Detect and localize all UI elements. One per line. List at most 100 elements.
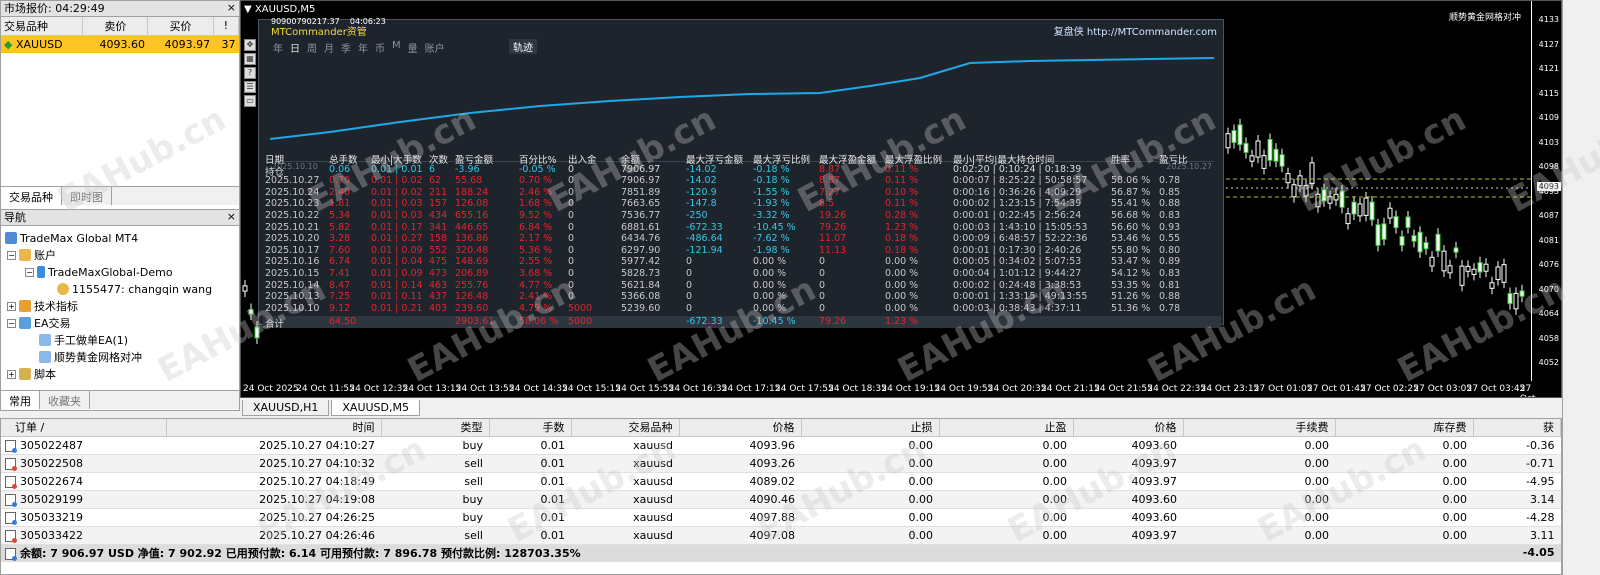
orders-column-header[interactable]: 手数 [489, 419, 572, 437]
stats-cell: 55.41 % [1111, 198, 1151, 210]
orders-column-header[interactable]: 交易品种 [571, 419, 680, 437]
help-icon[interactable]: ? [244, 67, 256, 79]
stats-cell: 53.35 % [1111, 279, 1151, 291]
tab-favorites[interactable]: 收藏夹 [40, 391, 90, 409]
orders-column-header[interactable]: 手续费 [1183, 419, 1336, 437]
order-row[interactable]: 305022487 2025.10.27 04:10:27 buy 0.01 xauus… [1, 436, 1561, 455]
stats-cell: 2025.10.13 [265, 291, 320, 303]
order-icon [5, 493, 17, 507]
equity-curve-line [269, 57, 1215, 140]
tree-ea-item-2[interactable]: 顺势黄金网格对冲 [39, 349, 142, 365]
market-watch-tabs: 交易品种 即时图 [1, 186, 239, 205]
order-cell: 2025.10.27 04:26:25 [166, 508, 381, 527]
tree-server[interactable]: − TradeMaxGlobal-Demo [25, 264, 173, 280]
move-icon[interactable]: ✥ [244, 39, 256, 51]
candle-body [1375, 224, 1381, 246]
col-bid[interactable]: 卖价 [82, 17, 149, 36]
candle-body [1423, 242, 1429, 250]
mtcommander-panel[interactable]: ✥ ▦ ? ☰ ▭ 90900790217.37 04:06:23 MTComm… [244, 17, 1224, 330]
collapse-icon[interactable]: − [7, 318, 16, 328]
tree-indicators[interactable]: + 技术指标 [7, 298, 78, 314]
stats-cell: 211 [429, 186, 448, 198]
orders-column-header[interactable]: 库存费 [1335, 419, 1474, 437]
order-row[interactable]: 305022508 2025.10.27 04:10:32 sell 0.01 xauu… [1, 454, 1561, 473]
close-icon[interactable]: × [227, 1, 236, 14]
orders-column-header[interactable]: 价格 [679, 419, 802, 437]
order-cell: 0.00 [1335, 436, 1473, 455]
collapse-icon[interactable]: − [7, 250, 16, 260]
stats-day-row: 2025.10.14 8.47 0.01 | 0.14 463 255.76 4.77 %… [263, 280, 1221, 292]
right-scroll-strip [1562, 0, 1600, 575]
time-tick: 27 Oct 01:05 [1253, 384, 1313, 394]
order-cell: xauusd [571, 454, 679, 473]
candle-body [1495, 266, 1501, 281]
orders-column-header[interactable]: 类型 [381, 419, 490, 437]
trail-button[interactable]: 轨迹 [509, 39, 537, 54]
col-spread[interactable]: ! [213, 17, 240, 36]
close-icon[interactable]: × [227, 210, 236, 223]
tree-scripts[interactable]: + 脚本 [7, 366, 56, 382]
symbol-row[interactable]: ◆ XAUUSD 4093.60 4093.97 37 [1, 35, 239, 53]
order-row[interactable]: 305033219 2025.10.27 04:26:25 buy 0.01 xauus… [1, 508, 1561, 527]
order-cell: 4093.97 [1073, 526, 1183, 545]
stats-day-row: 2025.10.10 9.12 0.01 | 0.21 403 239.60 4.79 %… [263, 303, 1221, 315]
period-selector: 年日周月季年币 M 量账户 [273, 40, 445, 55]
orders-column-header[interactable]: 止盈 [939, 419, 1074, 437]
tree-accounts[interactable]: − 账户 [7, 247, 56, 263]
stats-cell: 0.00 % [885, 256, 919, 268]
tree-account[interactable]: 1155477: changqin wang [57, 281, 212, 297]
candle-body [1393, 216, 1399, 229]
orders-column-header[interactable]: 时间 [166, 419, 382, 437]
col-symbol[interactable]: 交易品种 [1, 17, 84, 36]
tab-chart-m5[interactable]: XAUUSD,M5 [331, 400, 420, 416]
candle-body [1357, 203, 1363, 217]
terminal-panel: 订单 / 时间 类型 手数 交易品种 价格 止损 止盈 价格 手续费 库存费获 305022487 2… [0, 418, 1562, 575]
order-row[interactable]: 305029199 2025.10.27 04:19:08 buy 0.01 xauus… [1, 490, 1561, 509]
tab-common[interactable]: 常用 [1, 391, 40, 409]
list-icon[interactable]: ☰ [244, 81, 256, 93]
grid-icon[interactable]: ▦ [244, 53, 256, 65]
orders-column-header[interactable]: 获 [1473, 419, 1561, 437]
period-option[interactable]: 月 [324, 40, 334, 55]
stats-cell: 4.79 % [519, 302, 553, 314]
period-option[interactable]: 年 [273, 40, 283, 55]
period-option[interactable]: 账户 [425, 40, 445, 55]
orders-column-header[interactable]: 价格 [1073, 419, 1184, 437]
window-icon[interactable]: ▭ [244, 95, 256, 107]
order-row[interactable]: 305033422 2025.10.27 04:26:46 sell 0.01 xauu… [1, 526, 1561, 545]
order-row[interactable]: 305022674 2025.10.27 04:18:49 sell 0.01 xauu… [1, 472, 1561, 491]
stats-cell: 6.84 % [519, 221, 553, 233]
period-option[interactable]: 周 [307, 40, 317, 55]
period-option[interactable]: 币 [375, 40, 385, 55]
period-option[interactable]: 日 [290, 40, 300, 55]
stats-cell: 19.26 [819, 209, 847, 221]
period-option[interactable]: 季 [341, 40, 351, 55]
orders-column-header[interactable]: 订单 / [1, 419, 167, 437]
expand-icon[interactable]: + [7, 369, 16, 379]
tab-chart-h1[interactable]: XAUUSD,H1 [242, 400, 330, 416]
stats-cell: -0.05 % [519, 163, 556, 175]
order-cell: 4093.60 [1073, 490, 1183, 509]
period-option[interactable]: M [392, 40, 401, 55]
order-cell: 4089.02 [679, 472, 801, 491]
tab-tick-chart[interactable]: 即时图 [62, 187, 112, 205]
order-cell: 0.00 [801, 436, 939, 455]
order-id: 305029199 [20, 492, 83, 506]
stats-cell: 53.47 % [1111, 256, 1151, 268]
stats-cell: 0:00:02 | 0:24:48 | 3:38:53 [953, 279, 1082, 291]
tree-ea-item-1[interactable]: 手工做单EA(1) [39, 332, 128, 348]
website-link[interactable]: 复盘侠 http://MTCommander.com [1054, 23, 1217, 38]
candle-body [1249, 155, 1255, 162]
expand-icon[interactable]: + [7, 301, 16, 311]
period-option[interactable]: 年 [358, 40, 368, 55]
tab-symbols[interactable]: 交易品种 [1, 187, 62, 205]
orders-column-header[interactable]: 止损 [801, 419, 940, 437]
time-tick: 27 Oct 02:25 [1360, 384, 1419, 394]
col-ask[interactable]: 买价 [147, 17, 214, 36]
tree-ea[interactable]: − EA交易 [7, 315, 70, 331]
stats-cell: 7663.65 [621, 198, 661, 210]
period-option[interactable]: 量 [408, 40, 418, 55]
collapse-icon[interactable]: − [25, 267, 34, 277]
time-tick: 24 Oct 20:35 [987, 384, 1047, 394]
tree-root[interactable]: TradeMax Global MT4 [5, 230, 138, 246]
